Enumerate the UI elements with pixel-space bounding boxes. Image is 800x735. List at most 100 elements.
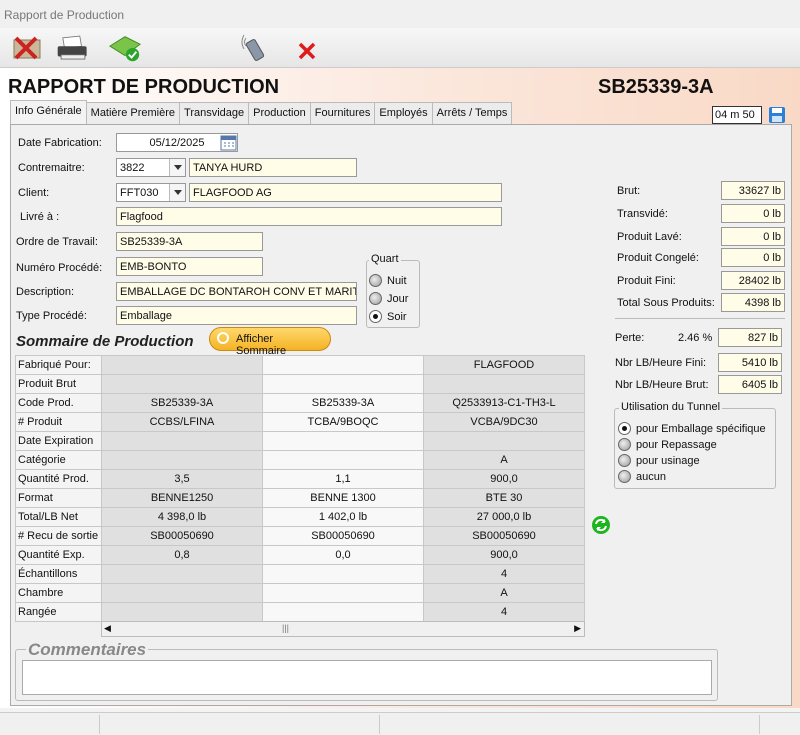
- cancel-report-icon[interactable]: [10, 32, 44, 64]
- table-cell[interactable]: SB00050690: [423, 526, 585, 546]
- table-cell[interactable]: 0,8: [101, 545, 263, 565]
- table-cell[interactable]: CCBS/LFINA: [101, 412, 263, 432]
- table-cell[interactable]: 1,1: [262, 469, 424, 489]
- transvide-value: 0 lb: [721, 204, 785, 223]
- printer-icon[interactable]: [56, 32, 90, 64]
- table-cell[interactable]: [101, 564, 263, 584]
- table-cell[interactable]: TCBA/9BOQC: [262, 412, 424, 432]
- horizontal-scrollbar[interactable]: ◀ ||| ▶: [101, 621, 585, 637]
- page-title: RAPPORT DE PRODUCTION: [8, 76, 280, 98]
- table-cell[interactable]: FLAGFOOD: [423, 355, 585, 375]
- sous-produits-value: 4398 lb: [721, 293, 785, 312]
- tab-production[interactable]: Production: [248, 102, 311, 124]
- table-cell[interactable]: Q2533913-C1-TH3-L: [423, 393, 585, 413]
- tab-info-generale[interactable]: Info Générale: [10, 100, 87, 124]
- table-row: Catégorie A: [15, 450, 585, 470]
- table-cell[interactable]: VCBA/9DC30: [423, 412, 585, 432]
- table-cell[interactable]: [262, 431, 424, 451]
- send-validate-icon[interactable]: [108, 32, 142, 64]
- status-cell: [0, 715, 100, 734]
- table-cell[interactable]: [262, 355, 424, 375]
- tunnel-emballage-radio[interactable]: [618, 422, 631, 435]
- tab-matiere-premiere[interactable]: Matière Première: [85, 102, 181, 124]
- tab-employes[interactable]: Employés: [374, 102, 433, 124]
- livre-field[interactable]: Flagfood: [116, 207, 502, 226]
- table-row: Rangée 4: [15, 602, 585, 622]
- table-cell[interactable]: 4: [423, 602, 585, 622]
- tab-arrets-temps[interactable]: Arrêts / Temps: [431, 102, 513, 124]
- scroll-left-icon[interactable]: ◀: [104, 623, 111, 634]
- table-cell[interactable]: [262, 450, 424, 470]
- description-label: Description:: [16, 286, 75, 298]
- table-cell[interactable]: [101, 431, 263, 451]
- table-cell[interactable]: SB00050690: [101, 526, 263, 546]
- elapsed-timer: 04 m 50 s: [712, 106, 762, 133]
- scanner-icon[interactable]: [240, 32, 274, 64]
- table-row: # Produit CCBS/LFINA TCBA/9BOQC VCBA/9DC30: [15, 412, 585, 432]
- status-bar: [0, 712, 800, 735]
- client-select[interactable]: FFT030: [116, 183, 186, 202]
- comments-textarea[interactable]: [22, 660, 712, 695]
- tunnel-aucun-radio[interactable]: [618, 470, 631, 483]
- tab-transvidage[interactable]: Transvidage: [179, 102, 250, 124]
- show-summary-button[interactable]: Afficher Sommaire: [209, 327, 331, 357]
- tunnel-repassage-label: pour Repassage: [636, 439, 717, 451]
- table-cell[interactable]: 4 398,0 lb: [101, 507, 263, 527]
- quart-nuit-label: Nuit: [387, 275, 407, 287]
- chevron-down-icon[interactable]: [169, 184, 185, 201]
- chevron-down-icon[interactable]: [169, 159, 185, 176]
- table-cell[interactable]: 3,5: [101, 469, 263, 489]
- quart-nuit-radio[interactable]: [369, 274, 382, 287]
- table-cell[interactable]: SB00050690: [262, 526, 424, 546]
- table-cell[interactable]: A: [423, 450, 585, 470]
- table-cell[interactable]: 900,0: [423, 545, 585, 565]
- table-cell[interactable]: A: [423, 583, 585, 603]
- description-field[interactable]: EMBALLAGE DC BONTAROH CONV ET MARIT: [116, 282, 357, 301]
- quart-jour-radio[interactable]: [369, 292, 382, 305]
- type-procede-field[interactable]: Emballage: [116, 306, 357, 325]
- scroll-right-icon[interactable]: ▶: [574, 623, 581, 634]
- table-row: # Recu de sortie SB00050690 SB00050690 SB00…: [15, 526, 585, 546]
- table-cell[interactable]: 0,0: [262, 545, 424, 565]
- client-code: FFT030: [120, 187, 159, 199]
- row-label: Fabriqué Pour:: [15, 355, 102, 375]
- procede-field[interactable]: EMB-BONTO: [116, 257, 263, 276]
- table-cell[interactable]: SB25339-3A: [262, 393, 424, 413]
- tunnel-aucun-label: aucun: [636, 471, 666, 483]
- client-name-field[interactable]: FLAGFOOD AG: [189, 183, 502, 202]
- table-cell[interactable]: [262, 602, 424, 622]
- refresh-icon[interactable]: [591, 515, 611, 535]
- contremaitre-select[interactable]: 3822: [116, 158, 186, 177]
- table-cell[interactable]: [262, 374, 424, 394]
- table-cell[interactable]: BTE 30: [423, 488, 585, 508]
- table-cell[interactable]: [101, 355, 263, 375]
- table-cell[interactable]: [423, 431, 585, 451]
- table-cell[interactable]: [101, 450, 263, 470]
- tunnel-usinage-radio[interactable]: [618, 454, 631, 467]
- save-icon[interactable]: [768, 106, 786, 124]
- tab-fournitures[interactable]: Fournitures: [309, 102, 376, 124]
- scroll-grip-icon[interactable]: |||: [282, 623, 289, 633]
- quart-soir-radio[interactable]: [369, 310, 382, 323]
- table-cell[interactable]: SB25339-3A: [101, 393, 263, 413]
- close-icon[interactable]: [292, 32, 326, 64]
- table-cell[interactable]: 900,0: [423, 469, 585, 489]
- table-cell[interactable]: [101, 602, 263, 622]
- tunnel-repassage-radio[interactable]: [618, 438, 631, 451]
- table-cell[interactable]: BENNE1250: [101, 488, 263, 508]
- table-cell[interactable]: [423, 374, 585, 394]
- table-cell[interactable]: [262, 564, 424, 584]
- table-cell[interactable]: BENNE 1300: [262, 488, 424, 508]
- contremaitre-label: Contremaitre:: [18, 162, 85, 174]
- contremaitre-name-field[interactable]: TANYA HURD: [189, 158, 357, 177]
- ordre-field[interactable]: SB25339-3A: [116, 232, 263, 251]
- summary-table: Fabriqué Pour: FLAGFOOD Produit Brut Code P…: [15, 355, 585, 622]
- table-cell[interactable]: [101, 583, 263, 603]
- row-label: Catégorie: [15, 450, 102, 470]
- table-cell[interactable]: 4: [423, 564, 585, 584]
- calendar-icon[interactable]: [220, 134, 237, 151]
- table-cell[interactable]: 1 402,0 lb: [262, 507, 424, 527]
- table-cell[interactable]: [101, 374, 263, 394]
- table-cell[interactable]: [262, 583, 424, 603]
- table-cell[interactable]: 27 000,0 lb: [423, 507, 585, 527]
